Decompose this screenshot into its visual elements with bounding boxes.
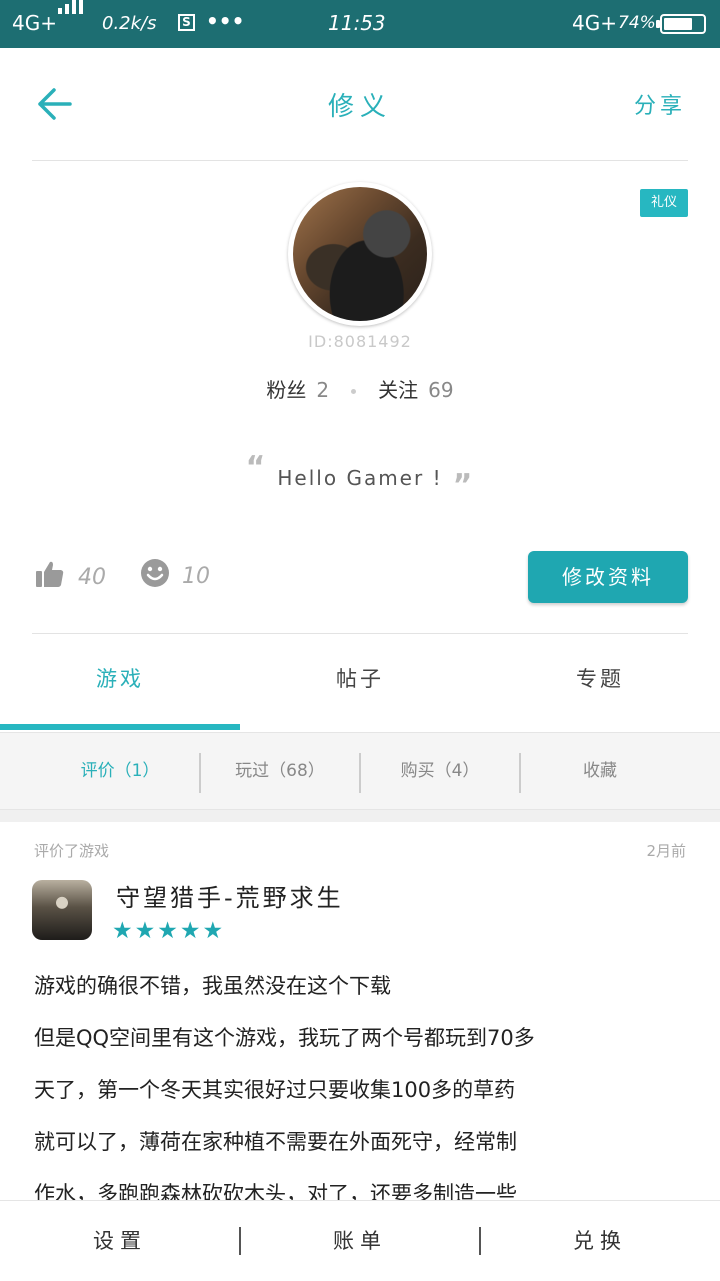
avatar[interactable] bbox=[288, 182, 432, 326]
subtab-purchased[interactable]: 购买（4） bbox=[360, 733, 520, 809]
game-subtabs: 评价（1） 玩过（68） 购买（4） 收藏 bbox=[0, 732, 720, 810]
game-name[interactable]: 守望猎手-荒野求生 bbox=[116, 878, 344, 913]
review-line: 但是QQ空间里有这个游戏，我玩了两个号都玩到70多 bbox=[34, 1026, 535, 1050]
review-time: 2月前 bbox=[646, 842, 686, 860]
settings-button[interactable]: 设置 bbox=[0, 1201, 240, 1281]
review-line: 天了，第一个冬天其实很好过只要收集100多的草药 bbox=[34, 1078, 516, 1102]
clock: 11:53 bbox=[328, 11, 386, 35]
user-id: ID:8081492 bbox=[308, 332, 412, 351]
review-text[interactable]: 游戏的确很不错，我虽然没在这个下载 但是QQ空间里有这个游戏，我玩了两个号都玩到… bbox=[34, 960, 688, 1220]
network-speed: 0.2k/s bbox=[102, 13, 157, 34]
network-type-left: 4G+ bbox=[12, 11, 57, 35]
etiquette-badge[interactable]: 礼仪 bbox=[640, 189, 688, 217]
page-title: 修义 bbox=[327, 92, 392, 122]
bottom-bar: 设置 账单 兑换 bbox=[0, 1200, 720, 1281]
subtab-played[interactable]: 玩过（68） bbox=[200, 733, 360, 809]
game-icon[interactable] bbox=[32, 880, 92, 940]
more-notifications-icon: ••• bbox=[206, 9, 245, 33]
tab-games[interactable]: 游戏 bbox=[0, 634, 240, 724]
bill-button[interactable]: 账单 bbox=[240, 1201, 480, 1281]
signature-text: Hello Gamer ! bbox=[277, 466, 443, 490]
avatar-image bbox=[293, 187, 427, 321]
fans-label[interactable]: 粉丝 bbox=[266, 378, 306, 402]
likes-count: 40 bbox=[78, 564, 106, 590]
section-gap bbox=[0, 810, 720, 822]
follow-stats: 粉丝 2 关注 69 bbox=[0, 374, 720, 403]
following-count[interactable]: 69 bbox=[428, 378, 453, 402]
active-tab-indicator bbox=[0, 724, 240, 730]
stats-separator bbox=[351, 389, 357, 394]
app-notification-icon: S bbox=[178, 14, 195, 31]
review-meta: 评价了游戏 bbox=[34, 842, 110, 860]
content-tabs: 游戏 帖子 专题 bbox=[0, 634, 720, 730]
fans-count[interactable]: 2 bbox=[316, 378, 329, 402]
header-divider bbox=[32, 160, 688, 161]
rating-stars: ★★★★★ bbox=[112, 918, 226, 944]
thumbs-up-icon bbox=[34, 558, 66, 596]
review-card[interactable]: 评价了游戏 2月前 守望猎手-荒野求生 ★★★★★ 游戏的确很不错，我虽然没在这… bbox=[0, 822, 720, 1206]
signature: “ Hello Gamer ! ” bbox=[0, 450, 720, 503]
app-header: 修义 分享 bbox=[0, 48, 720, 160]
smiles-count: 10 bbox=[182, 563, 210, 589]
status-bar: 4G+ 0.2k/s S ••• 11:53 4G+ 74% bbox=[0, 0, 720, 48]
review-line: 游戏的确很不错，我虽然没在这个下载 bbox=[34, 974, 391, 998]
close-quote-icon: ” bbox=[452, 468, 475, 503]
review-line: 就可以了，薄荷在家种植不需要在外面死守，经常制 bbox=[34, 1130, 517, 1154]
open-quote-icon: “ bbox=[245, 450, 268, 485]
subtab-reviews[interactable]: 评价（1） bbox=[40, 733, 200, 809]
edit-profile-button[interactable]: 修改资料 bbox=[528, 551, 688, 603]
subtab-favorites[interactable]: 收藏 bbox=[520, 733, 680, 809]
tab-topics[interactable]: 专题 bbox=[480, 634, 720, 724]
share-button[interactable]: 分享 bbox=[634, 88, 686, 120]
likes[interactable]: 40 bbox=[34, 558, 106, 596]
network-type-right: 4G+ bbox=[572, 11, 617, 35]
smiley-icon bbox=[140, 558, 170, 594]
following-label[interactable]: 关注 bbox=[378, 378, 418, 402]
battery-percent: 74% bbox=[618, 13, 656, 33]
tab-posts[interactable]: 帖子 bbox=[240, 634, 480, 724]
exchange-button[interactable]: 兑换 bbox=[480, 1201, 720, 1281]
battery-icon bbox=[656, 14, 706, 34]
smiles[interactable]: 10 bbox=[140, 558, 210, 594]
